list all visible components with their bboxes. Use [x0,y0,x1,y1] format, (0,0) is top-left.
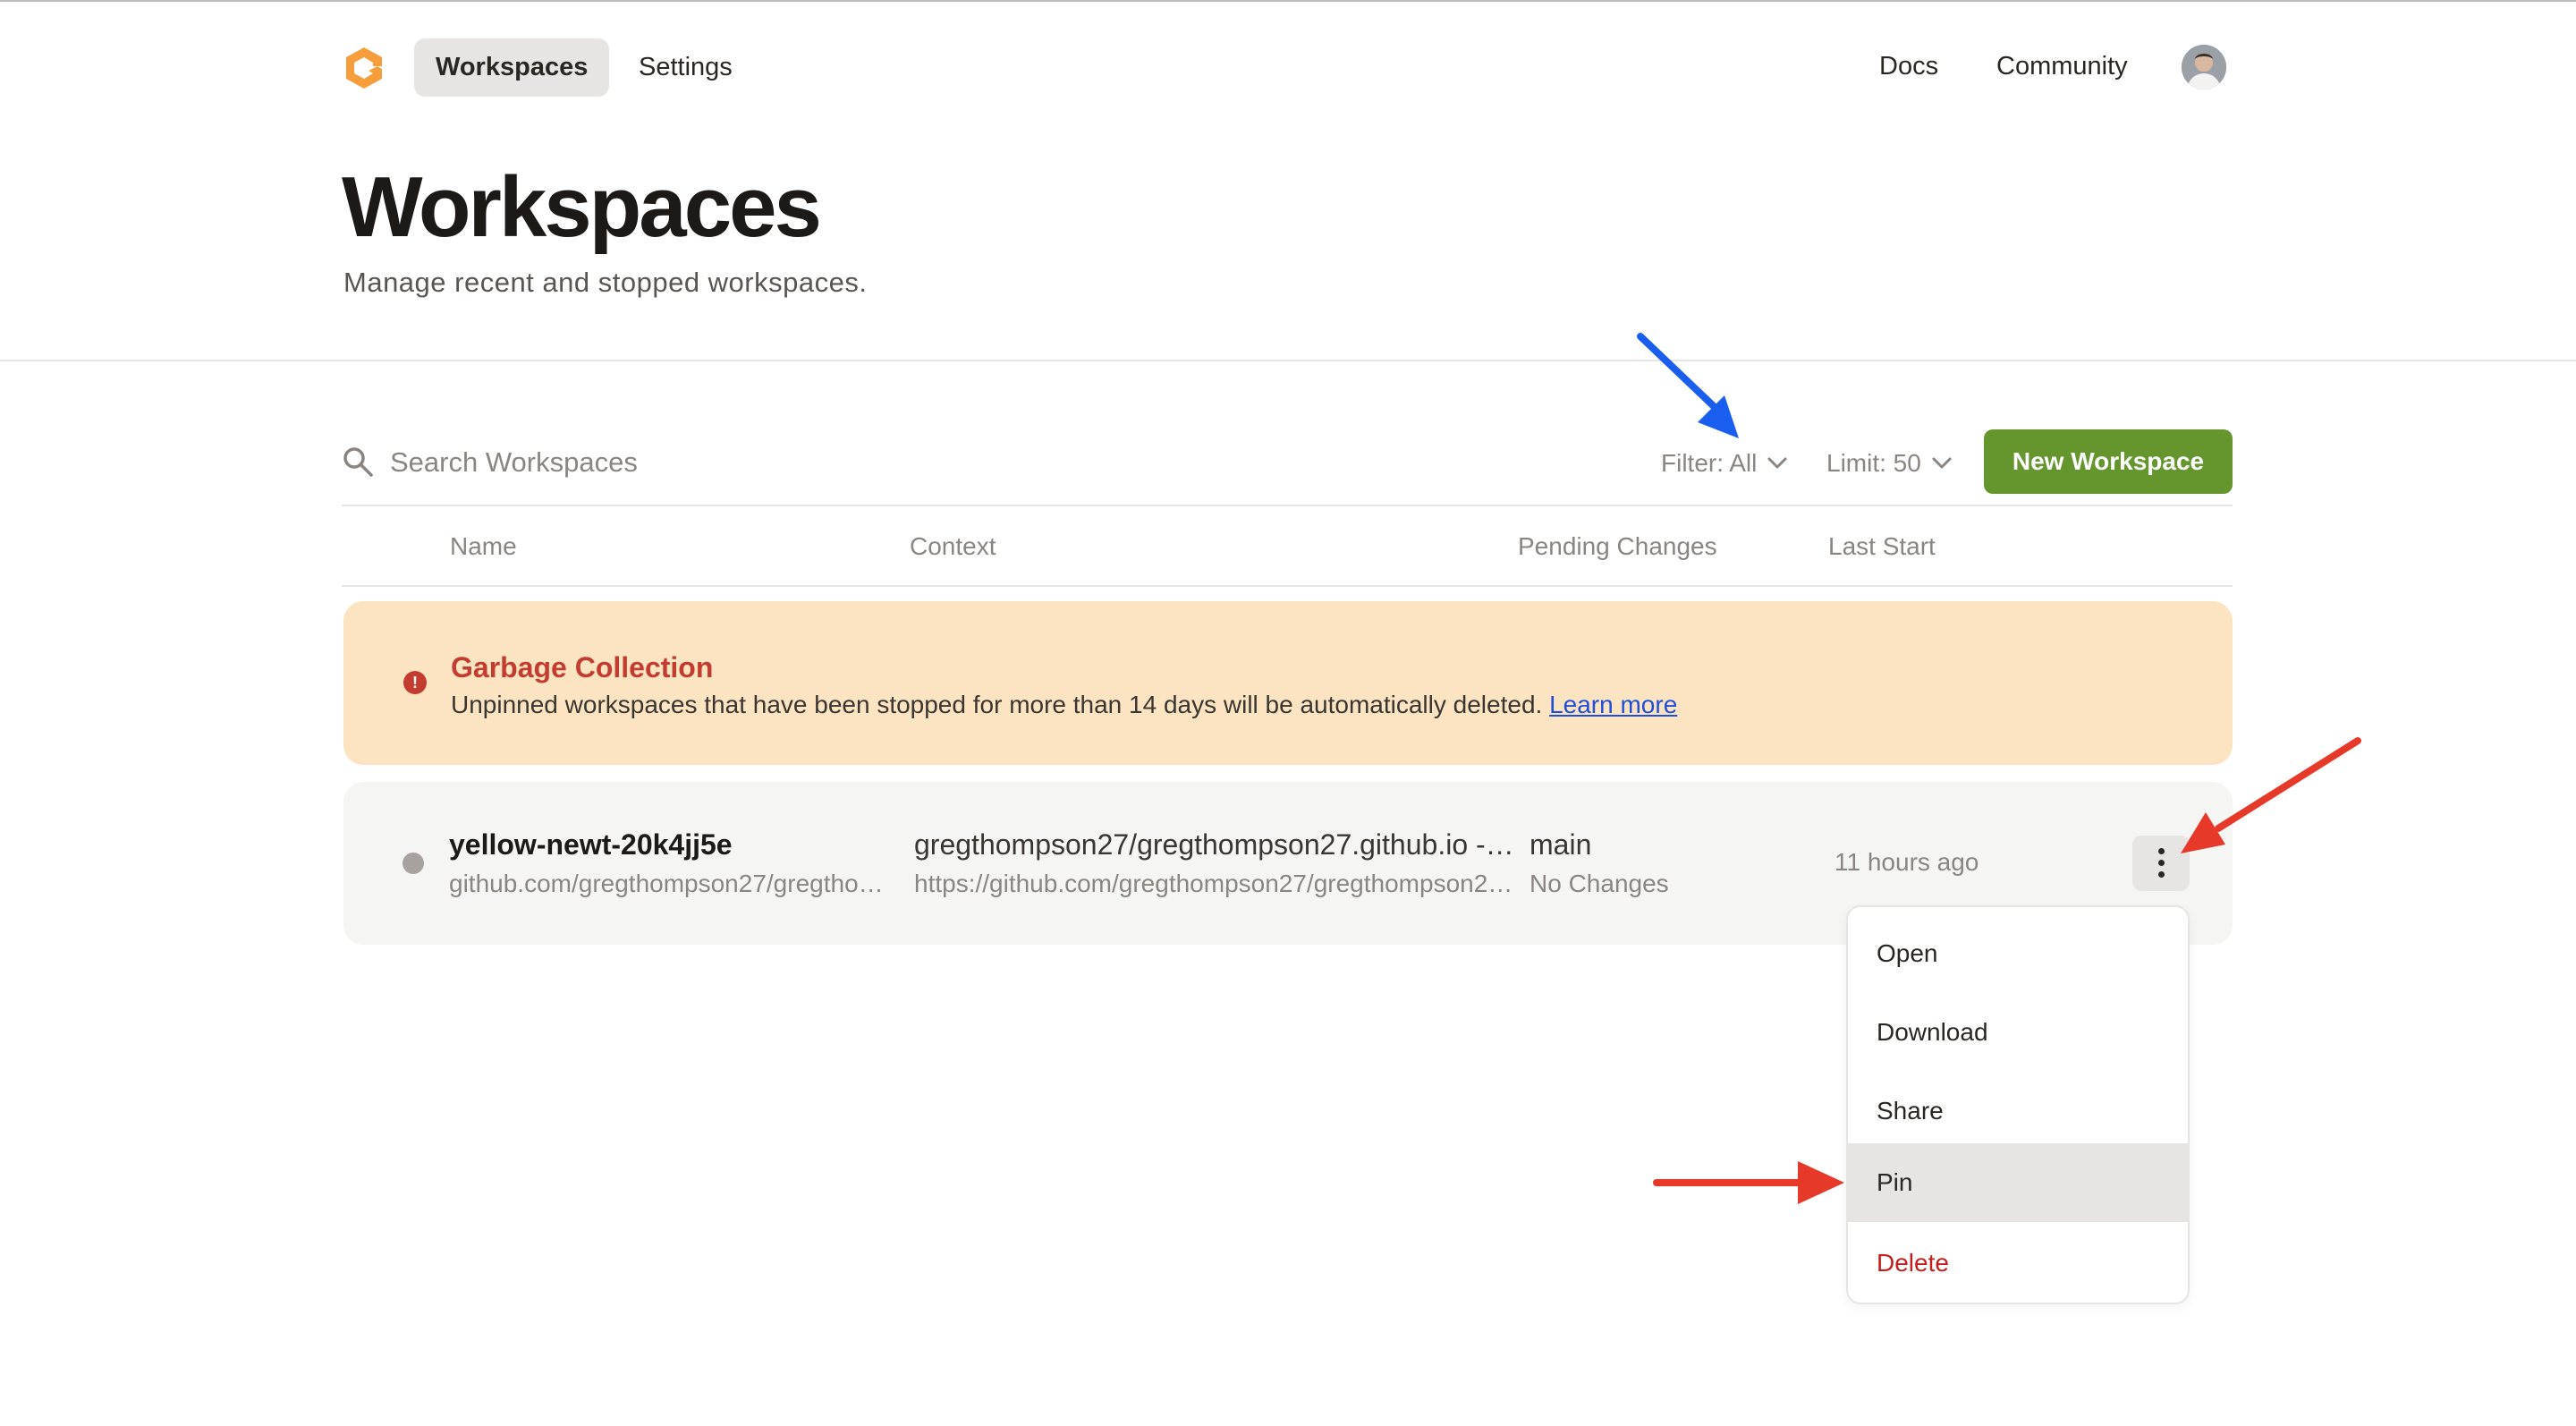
workspace-branch: main [1530,828,1592,861]
search-icon [342,446,374,478]
workspace-context-menu: Open Download Share Pin Delete [1846,905,2190,1304]
menu-item-download[interactable]: Download [1848,993,2188,1072]
column-header-context: Context [910,532,996,560]
gitpod-logo-icon[interactable] [342,45,386,91]
new-workspace-button[interactable]: New Workspace [1984,429,2233,494]
column-header-pending-changes: Pending Changes [1518,532,1717,560]
toolbar-divider [342,505,2233,506]
limit-dropdown[interactable]: Limit: 50 [1826,449,1952,478]
column-header-name: Name [450,532,517,560]
kebab-dot [2158,848,2165,854]
page-subtitle: Manage recent and stopped workspaces. [343,267,868,298]
menu-item-pin[interactable]: Pin [1848,1143,2188,1222]
kebab-dot [2158,860,2165,866]
workspace-context: gregthompson27/gregthompson27.github.io … [914,828,1515,861]
header-divider [0,360,2576,361]
search-input[interactable] [390,440,1106,485]
menu-item-open[interactable]: Open [1848,914,2188,993]
nav-link-docs[interactable]: Docs [1879,52,1938,81]
menu-item-delete[interactable]: Delete [1848,1224,2188,1303]
workspace-name[interactable]: yellow-newt-20k4jj5e [449,828,733,862]
menu-item-share[interactable]: Share [1848,1072,2188,1150]
learn-more-link[interactable]: Learn more [1549,691,1677,718]
alert-circle-icon: ! [403,671,427,694]
more-options-button[interactable] [2132,836,2190,891]
red-arrow-icon [1653,1161,1844,1204]
kebab-dot [2158,871,2165,878]
column-header-last-start: Last Start [1828,532,1936,560]
table-header-divider [342,585,2233,587]
workspace-status-dot [402,853,424,874]
nav-link-community[interactable]: Community [1996,52,2128,81]
nav-tab-settings[interactable]: Settings [617,38,754,97]
banner-text: Unpinned workspaces that have been stopp… [451,691,1543,718]
chevron-down-icon [1767,457,1787,469]
filter-dropdown[interactable]: Filter: All [1661,449,1787,478]
chevron-down-icon [1932,457,1952,469]
banner-title: Garbage Collection [451,651,714,683]
filter-label: Filter: All [1661,449,1758,477]
workspace-repo: github.com/gregthompson27/gregthompson27… [449,870,887,897]
workspace-pending-changes: No Changes [1530,870,1669,897]
nav-tab-workspaces[interactable]: Workspaces [414,38,610,97]
page-title: Workspaces [342,159,822,255]
user-avatar[interactable] [2182,45,2226,89]
workspace-last-start: 11 hours ago [1835,848,1979,876]
blue-arrow-icon [1637,333,1739,438]
limit-label: Limit: 50 [1826,449,1921,477]
workspace-context-url: https://github.com/gregthompson27/gregth… [914,870,1513,897]
banner-message: Unpinned workspaces that have been stopp… [451,691,1677,719]
